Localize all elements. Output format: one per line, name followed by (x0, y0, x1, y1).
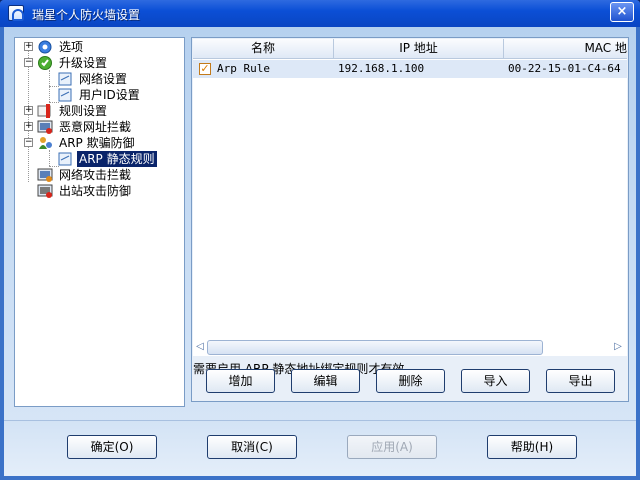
tree-label: 网络攻击拦截 (59, 168, 132, 182)
tree-label: 升级设置 (59, 56, 108, 70)
page-icon (57, 151, 73, 167)
expand-icon[interactable]: + (24, 106, 33, 115)
collapse-icon[interactable]: − (24, 138, 33, 147)
rule-name: Arp Rule (217, 62, 270, 75)
options-icon (37, 39, 53, 55)
rule-ip: 192.168.1.100 (338, 62, 425, 75)
scroll-left-icon[interactable]: ◁ (195, 341, 205, 353)
horizontal-scrollbar[interactable]: ◁ ▷ (193, 339, 627, 356)
scroll-thumb[interactable] (207, 340, 543, 355)
rules-icon (37, 103, 53, 119)
tree-item-outbound-attack[interactable]: 出站攻击防御 (15, 183, 175, 199)
tree-item-network-attack[interactable]: 网络攻击拦截 (15, 167, 175, 183)
add-button[interactable]: 增加 (206, 369, 275, 393)
expand-icon[interactable]: + (24, 42, 33, 51)
edit-button[interactable]: 编辑 (291, 369, 360, 393)
close-button[interactable]: × (610, 2, 634, 22)
tree-label: 恶意网址拦截 (59, 120, 132, 134)
settings-window: 瑞星个人防火墙设置 × + 选项 − 升级设置 网络设置 用户ID设置 + 规则… (0, 0, 640, 480)
rule-mac: 00-22-15-01-C4-64 (508, 62, 621, 75)
tree-label: 规则设置 (59, 104, 108, 118)
expand-icon[interactable]: + (24, 122, 33, 131)
rules-panel: 名称 IP 地址 MAC 地 ✓ Arp Rule 192.168.1.100 … (191, 37, 629, 402)
rules-list[interactable]: 名称 IP 地址 MAC 地 ✓ Arp Rule 192.168.1.100 … (193, 39, 627, 339)
outbound-defense-icon (37, 183, 53, 199)
upgrade-icon (37, 55, 53, 71)
help-button[interactable]: 帮助(H) (487, 435, 577, 459)
attack-block-icon (37, 167, 53, 183)
tree-item-rules[interactable]: + 规则设置 (15, 103, 175, 119)
tree-item-arp-defense[interactable]: − ARP 欺骗防御 (15, 135, 175, 151)
tree-label: ARP 静态规则 (77, 151, 157, 167)
tree-label: 用户ID设置 (79, 88, 140, 102)
tree-label: 网络设置 (79, 72, 128, 86)
cancel-button[interactable]: 取消(C) (207, 435, 297, 459)
column-header-ip[interactable]: IP 地址 (334, 39, 504, 59)
page-icon (57, 71, 73, 87)
tree-item-options[interactable]: + 选项 (15, 39, 175, 55)
column-header-name[interactable]: 名称 (193, 39, 334, 59)
tree-item-upgrade[interactable]: − 升级设置 (15, 55, 175, 71)
tree-label: ARP 欺骗防御 (59, 136, 135, 150)
tree-label: 出站攻击防御 (59, 184, 132, 198)
column-header-mac[interactable]: MAC 地 (504, 39, 627, 59)
export-button[interactable]: 导出 (546, 369, 615, 393)
settings-tree: + 选项 − 升级设置 网络设置 用户ID设置 + 规则设置 + 恶意网址拦截 … (14, 37, 185, 407)
collapse-icon[interactable]: − (24, 58, 33, 67)
table-row[interactable]: ✓ Arp Rule 192.168.1.100 00-22-15-01-C4-… (193, 60, 627, 78)
client-area: + 选项 − 升级设置 网络设置 用户ID设置 + 规则设置 + 恶意网址拦截 … (4, 27, 636, 476)
tree-item-user-id-settings[interactable]: 用户ID设置 (15, 87, 175, 103)
apply-button[interactable]: 应用(A) (347, 435, 437, 459)
page-icon (57, 87, 73, 103)
ok-button[interactable]: 确定(O) (67, 435, 157, 459)
tree-label: 选项 (59, 40, 84, 54)
title-bar[interactable]: 瑞星个人防火墙设置 × (0, 0, 640, 27)
tree-item-malicious-url[interactable]: + 恶意网址拦截 (15, 119, 175, 135)
shield-icon (8, 5, 24, 21)
web-block-icon (37, 119, 53, 135)
arp-icon (37, 135, 53, 151)
rule-enabled-checkbox[interactable]: ✓ (199, 63, 211, 75)
delete-button[interactable]: 删除 (376, 369, 445, 393)
tree-item-network-settings[interactable]: 网络设置 (15, 71, 175, 87)
scroll-right-icon[interactable]: ▷ (613, 341, 623, 353)
tree-item-arp-static-rules[interactable]: ARP 静态规则 (15, 151, 175, 167)
window-title: 瑞星个人防火墙设置 (32, 8, 141, 22)
dialog-footer: 确定(O) 取消(C) 应用(A) 帮助(H) (4, 420, 636, 476)
import-button[interactable]: 导入 (461, 369, 530, 393)
